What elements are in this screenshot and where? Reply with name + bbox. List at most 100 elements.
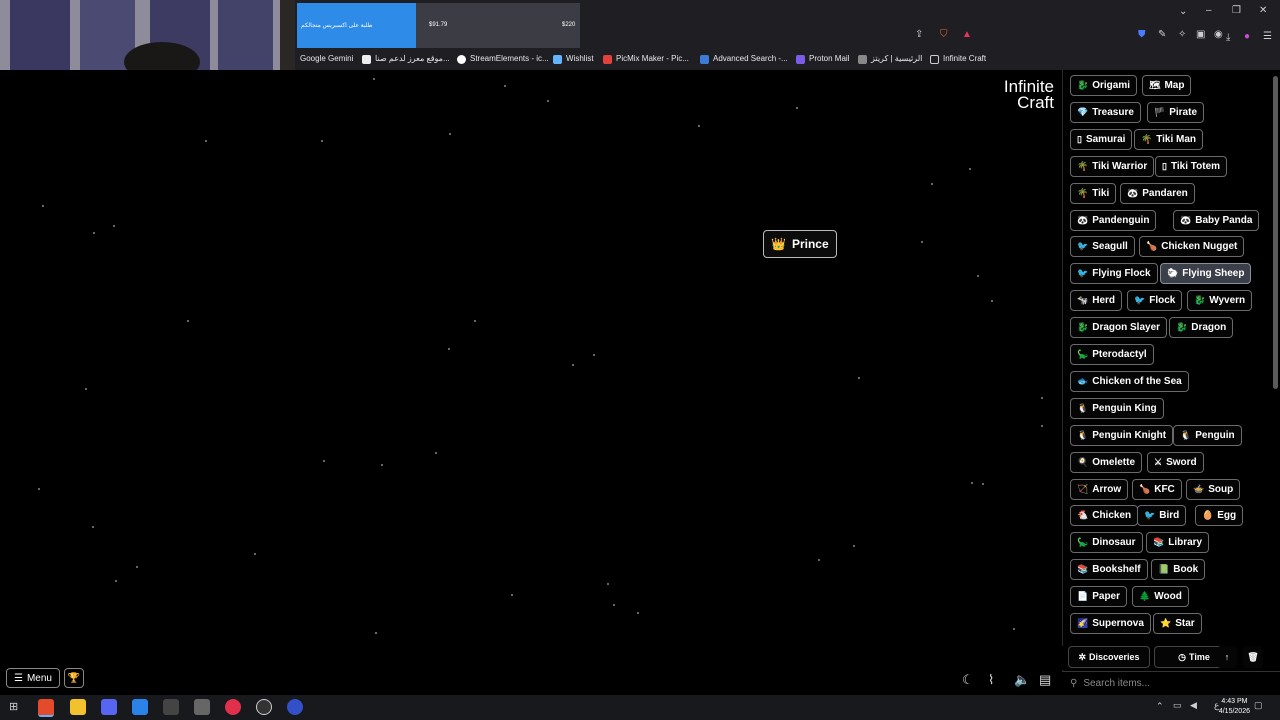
minimize-icon[interactable]: –	[1206, 5, 1212, 16]
sidebar-item-tiki-warrior[interactable]: 🌴 Tiki Warrior	[1070, 155, 1155, 177]
sidebar-toggle-icon[interactable]: ▣	[1196, 29, 1205, 40]
sidebar-item-omelette[interactable]: 🍳 Omelette	[1070, 451, 1143, 473]
sidebar-item-tiki[interactable]: 🌴 Tiki	[1070, 182, 1117, 204]
sidebar-item-dragon-slayer[interactable]: 🐉 Dragon Slayer	[1070, 317, 1168, 339]
dark-mode-icon[interactable]: ☾	[962, 672, 974, 688]
bookmark-icon	[362, 54, 371, 64]
broom-icon[interactable]: ⌇	[988, 672, 994, 688]
sidebar-item-penguin[interactable]: 🐧 Penguin	[1173, 424, 1242, 446]
share-icon[interactable]: ⇪	[915, 29, 923, 40]
brave-taskbar-icon[interactable]	[38, 699, 54, 717]
item-label: Pandaren	[1142, 187, 1188, 199]
store-taskbar-icon[interactable]	[132, 699, 148, 715]
canvas-item-prince[interactable]: 👑 Prince	[763, 230, 837, 258]
bookmark-wishlist[interactable]: Wishlist	[553, 51, 594, 67]
sidebar-scrollbar[interactable]	[1273, 76, 1278, 389]
sidebar-item-flock[interactable]: 🐦 Flock	[1127, 290, 1183, 312]
item-emoji-icon: 🌠	[1077, 618, 1089, 628]
sidebar-item-pirate[interactable]: 🏴 Pirate	[1147, 101, 1205, 123]
obs-taskbar-icon[interactable]	[256, 699, 272, 715]
notification-icon[interactable]: ▢	[1254, 700, 1263, 711]
sidebar-item-chicken-of-the-sea[interactable]: 🐟 Chicken of the Sea	[1070, 370, 1189, 392]
player-taskbar-icon[interactable]	[287, 699, 303, 715]
maximize-icon[interactable]: ❐	[1232, 5, 1241, 16]
vpn-icon[interactable]: ⛊	[1138, 29, 1146, 40]
sidebar-item-arrow[interactable]: 🏹 Arrow	[1070, 478, 1129, 500]
sidebar-item-paper[interactable]: 📄 Paper	[1070, 586, 1128, 608]
rewards-icon[interactable]: ▲	[962, 29, 972, 40]
sidebar-item-map[interactable]: 🗺 Map	[1142, 75, 1192, 96]
search-input[interactable]: Search items...	[1083, 678, 1150, 689]
sidebar-item-bird[interactable]: 🐦 Bird	[1137, 505, 1187, 527]
list-icon[interactable]: ▤	[1039, 672, 1051, 688]
game-canvas[interactable]	[0, 70, 1062, 695]
tab-discoveries[interactable]: ✲ Discoveries	[1068, 646, 1150, 668]
download-icon[interactable]: ⤓	[1226, 32, 1230, 43]
sidebar-item-treasure[interactable]: 💎 Treasure	[1070, 101, 1141, 123]
bookmark-google-gemini[interactable]: Google Gemini	[300, 51, 353, 67]
sidebar-item-bookshelf[interactable]: 📚 Bookshelf	[1070, 559, 1148, 581]
app-taskbar-icon[interactable]	[163, 699, 179, 715]
ad-banner[interactable]: طلبة على اكسبريس متجالكم $91.79 $220	[297, 3, 580, 48]
sidebar-item-dinosaur[interactable]: 🦕 Dinosaur	[1070, 532, 1143, 554]
sidebar-item-soup[interactable]: 🍲 Soup	[1186, 478, 1241, 500]
sidebar-item-samurai[interactable]: ▯ Samurai	[1070, 128, 1133, 150]
sidebar-item-star[interactable]: ⭐ Star	[1153, 613, 1202, 634]
sidebar-item-flying-flock[interactable]: 🐦 Flying Flock	[1070, 263, 1158, 285]
system-clock[interactable]: 4:43 PM 4/15/2026	[1219, 697, 1250, 717]
sidebar-item-kfc[interactable]: 🍗 KFC	[1132, 478, 1182, 500]
sidebar-item-penguin-knight[interactable]: 🐧 Penguin Knight	[1070, 424, 1174, 446]
sidebar-item-library[interactable]: 📚 Library	[1146, 532, 1210, 554]
photos-taskbar-icon[interactable]	[194, 699, 210, 715]
sidebar-item-wood[interactable]: 🌲 Wood	[1132, 586, 1189, 608]
wallet-icon[interactable]: ◉	[1214, 29, 1223, 40]
sidebar-item-dragon[interactable]: 🐉 Dragon	[1169, 317, 1234, 339]
bookmark-streamelements[interactable]: StreamElements - ic...	[457, 51, 549, 67]
trophy-button[interactable]: 🏆	[64, 668, 84, 688]
sidebar-item-origami[interactable]: 🐉 Origami	[1070, 75, 1138, 96]
tray-chevron-icon[interactable]: ⌃	[1156, 701, 1164, 712]
brave-shield-icon[interactable]: ⛉	[940, 29, 948, 40]
bookmark-arabic-site[interactable]: موقع معرز لدعم صنا...	[362, 51, 450, 67]
sidebar-item-tiki-man[interactable]: 🌴 Tiki Man	[1134, 128, 1204, 150]
bookmark-advanced-search[interactable]: Advanced Search -...	[700, 51, 788, 67]
file-explorer-taskbar-icon[interactable]	[70, 699, 86, 715]
extensions-icon[interactable]: ✎	[1158, 29, 1166, 40]
close-icon[interactable]: ✕	[1259, 5, 1267, 16]
sidebar-item-seagull[interactable]: 🐦 Seagull	[1070, 236, 1135, 258]
delete-button[interactable]: 🗑	[1243, 646, 1263, 668]
hamburger-menu-icon[interactable]: ☰	[1263, 31, 1272, 42]
puzzle-icon[interactable]: ✧	[1178, 29, 1186, 40]
bookmark-label: الرئيسية | كريتز	[871, 54, 923, 63]
sidebar-item-pterodactyl[interactable]: 🦕 Pterodactyl	[1070, 344, 1154, 365]
menu-button[interactable]: ☰ Menu	[6, 668, 60, 688]
media-taskbar-icon[interactable]	[225, 699, 241, 715]
bookmark-infinite-craft[interactable]: Infinite Craft	[930, 51, 986, 67]
sidebar-item-sword[interactable]: ⚔ Sword	[1147, 451, 1204, 473]
sidebar-item-herd[interactable]: 🐄 Herd	[1070, 290, 1123, 312]
sidebar-item-book[interactable]: 📗 Book	[1151, 559, 1206, 581]
sidebar-item-pandaren[interactable]: 🐼 Pandaren	[1120, 182, 1195, 204]
discord-taskbar-icon[interactable]	[101, 699, 117, 715]
sidebar-item-flying-sheep[interactable]: 🐑 Flying Sheep	[1160, 263, 1252, 285]
sidebar-item-pandenguin[interactable]: 🐼 Pandenguin	[1070, 209, 1157, 231]
bookmark-kritz[interactable]: الرئيسية | كريتز	[858, 51, 922, 67]
bookmark-proton-mail[interactable]: Proton Mail	[796, 51, 849, 67]
network-icon[interactable]: ▭	[1173, 700, 1182, 711]
bookmark-picmix[interactable]: PicMix Maker - Pic...	[603, 51, 689, 67]
chevron-down-icon[interactable]: ⌄	[1179, 6, 1187, 17]
sort-direction-button[interactable]: ↑	[1217, 646, 1237, 668]
sidebar-item-chicken-nugget[interactable]: 🍗 Chicken Nugget	[1139, 236, 1245, 258]
windows-start-icon[interactable]: ⊞	[9, 700, 18, 713]
tray-sound-icon[interactable]: ◀	[1190, 700, 1197, 711]
sidebar-item-baby-panda[interactable]: 🐼 Baby Panda	[1173, 209, 1260, 231]
sidebar-item-wyvern[interactable]: 🐉 Wyvern	[1187, 290, 1253, 312]
leo-icon[interactable]: ●	[1244, 31, 1250, 42]
sound-icon[interactable]: 🔈	[1014, 672, 1030, 688]
sidebar-item-supernova[interactable]: 🌠 Supernova	[1070, 613, 1151, 634]
sidebar-item-tiki-totem[interactable]: ▯ Tiki Totem	[1155, 155, 1228, 177]
search-bar[interactable]: ⚲ Search items...	[1062, 671, 1280, 695]
sidebar-item-chicken[interactable]: 🐔 Chicken	[1070, 505, 1139, 527]
sidebar-item-egg[interactable]: 🥚 Egg	[1195, 505, 1244, 527]
sidebar-item-penguin-king[interactable]: 🐧 Penguin King	[1070, 397, 1164, 419]
